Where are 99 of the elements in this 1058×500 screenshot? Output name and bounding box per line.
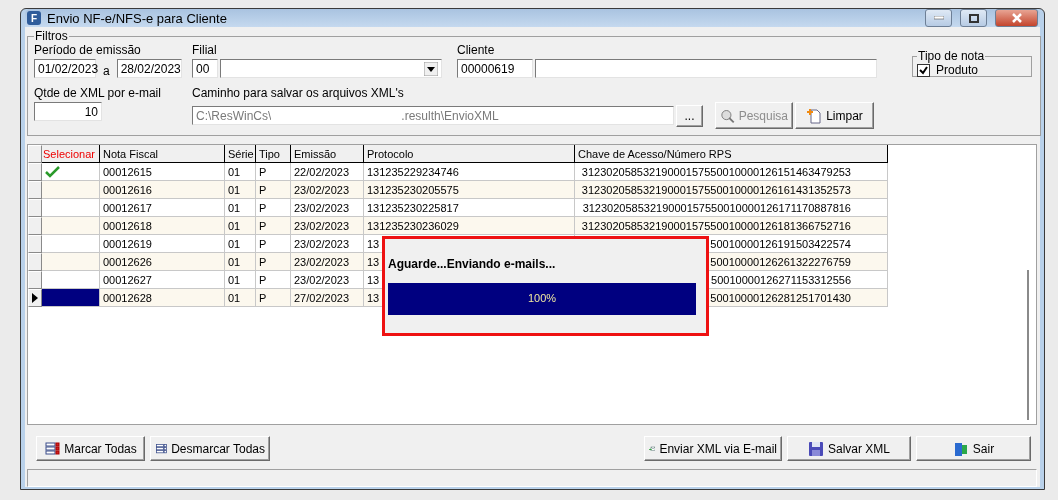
- table-cell: 31230205853219000157550010000126181366752716: [575, 217, 888, 235]
- select-cell[interactable]: [42, 217, 100, 235]
- field-label: Período de emissão: [34, 43, 142, 57]
- field-label: Caminho para salvar os arquivos XML's: [192, 86, 405, 100]
- select-cell[interactable]: [42, 271, 100, 289]
- field-label: Filial: [192, 43, 218, 57]
- branch-code-field[interactable]: 00: [192, 59, 218, 78]
- floppy-icon: [808, 440, 824, 457]
- app-icon: F: [27, 11, 41, 25]
- table-cell: 131235230205575: [364, 181, 575, 199]
- toolbar-button[interactable]: Sair: [916, 436, 1031, 461]
- minimize-icon: [933, 16, 944, 20]
- table-cell: 22/02/2023: [291, 163, 364, 181]
- range-separator: a: [103, 63, 110, 78]
- date-field[interactable]: 28/02/2023: [116, 59, 182, 78]
- dialog-message: Aguarde...Enviando e-mails...: [388, 257, 557, 271]
- select-cell[interactable]: [42, 163, 100, 181]
- field-label: Cliente: [457, 43, 496, 57]
- column-header[interactable]: Emissão: [291, 145, 364, 163]
- dropdown-arrow-icon: [424, 61, 438, 76]
- table-cell: P: [256, 253, 291, 271]
- table-cell: 31230205853219000157550010000126161431352573: [575, 181, 888, 199]
- table-cell: P: [256, 217, 291, 235]
- table-cell: 01: [225, 199, 256, 217]
- maximize-icon: [968, 13, 979, 23]
- table-cell: P: [256, 163, 291, 181]
- group-title: Tipo de nota: [917, 49, 986, 63]
- clear-button[interactable]: Limpar: [795, 102, 874, 129]
- table-cell: 01: [225, 271, 256, 289]
- table-cell: 23/02/2023: [291, 217, 364, 235]
- table-cell: 23/02/2023: [291, 253, 364, 271]
- column-header[interactable]: Tipo: [256, 145, 291, 163]
- client-name-field[interactable]: [535, 59, 877, 78]
- table-cell: 27/02/2023: [291, 289, 364, 307]
- table-cell: 00012617: [100, 199, 225, 217]
- table-cell: 00012619: [100, 235, 225, 253]
- table-cell: 01: [225, 253, 256, 271]
- column-header[interactable]: Nota Fiscal: [100, 145, 225, 163]
- select-cell[interactable]: [42, 199, 100, 217]
- select-cell[interactable]: [42, 289, 100, 307]
- table-cell: 131235230236029: [364, 217, 575, 235]
- toolbar-button[interactable]: Desmarcar Todas: [150, 436, 270, 461]
- toolbar-button[interactable]: Salvar XML: [787, 436, 911, 461]
- window-title: Envio NF-e/NFS-e para Cliente: [47, 10, 228, 26]
- table-cell: P: [256, 271, 291, 289]
- maximize-button[interactable]: [960, 9, 987, 27]
- close-button[interactable]: [995, 9, 1038, 27]
- table-cell: 23/02/2023: [291, 235, 364, 253]
- column-header[interactable]: Série: [225, 145, 256, 163]
- select-cell[interactable]: [42, 253, 100, 271]
- quantity-field[interactable]: 10: [34, 102, 102, 121]
- date-field[interactable]: 01/02/2023: [34, 59, 96, 78]
- branch-dropdown[interactable]: [220, 59, 442, 78]
- table-cell: 31230205853219000157550010000126151463479253: [575, 163, 888, 181]
- new-document-icon: [806, 107, 823, 124]
- progress-reading: 100%: [527, 292, 557, 304]
- minimize-button[interactable]: [925, 9, 952, 27]
- browse-button[interactable]: ...: [676, 104, 703, 127]
- toolbar-button[interactable]: Enviar XML via E-mail: [644, 436, 782, 461]
- client-code-field[interactable]: 00000619: [457, 59, 533, 78]
- checkbox[interactable]: [917, 63, 930, 77]
- table-cell: 00012616: [100, 181, 225, 199]
- close-icon: [1010, 13, 1023, 23]
- table-cell: 23/02/2023: [291, 181, 364, 199]
- table-cell: 31230205853219000157550010000126171170887816: [575, 199, 888, 217]
- group-title: Filtros: [34, 29, 69, 43]
- table-cell: 00012618: [100, 217, 225, 235]
- table-cell: 00012615: [100, 163, 225, 181]
- table-cell: 01: [225, 235, 256, 253]
- select-cell[interactable]: [42, 181, 100, 199]
- table-cell: 131235229234746: [364, 163, 575, 181]
- pointer-icon: [32, 293, 38, 303]
- column-header[interactable]: Selecionar: [42, 145, 100, 163]
- path-field[interactable]: C:\ResWinCs\ .resulth\EnvioXML: [192, 106, 674, 125]
- table-cell: 01: [225, 163, 256, 181]
- door-icon: [952, 440, 969, 457]
- check-icon: [45, 165, 61, 178]
- table-cell: P: [256, 199, 291, 217]
- table-cell: P: [256, 235, 291, 253]
- table-cell: 00012628: [100, 289, 225, 307]
- table-cell: 23/02/2023: [291, 271, 364, 289]
- checkbox-label: Produto: [936, 63, 979, 77]
- field-label: Qtde de XML por e-mail: [34, 86, 162, 100]
- table-cell: P: [256, 289, 291, 307]
- checklist-icon: [44, 440, 61, 457]
- table-cell: P: [256, 181, 291, 199]
- table-cell: 00012626: [100, 253, 225, 271]
- table-cell: 00012627: [100, 271, 225, 289]
- row-indicator[interactable]: [28, 289, 42, 307]
- magnifier-icon: [720, 107, 735, 124]
- table-cell: 131235230225817: [364, 199, 575, 217]
- table-cell: 01: [225, 217, 256, 235]
- table-cell: 01: [225, 289, 256, 307]
- table-cell: 23/02/2023: [291, 199, 364, 217]
- table-cell: 01: [225, 181, 256, 199]
- select-cell[interactable]: [42, 235, 100, 253]
- column-header[interactable]: Protocolo: [364, 145, 575, 163]
- toolbar-button[interactable]: Marcar Todas: [36, 436, 145, 461]
- column-header[interactable]: Chave de Acesso/Número RPS: [575, 145, 888, 163]
